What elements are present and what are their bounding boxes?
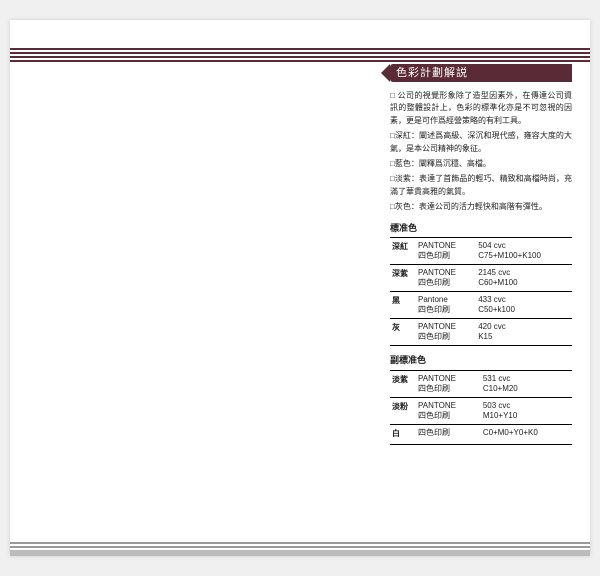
color-spec: PANTONE 四色印刷 — [416, 398, 481, 425]
spec-label: 四色印刷 — [418, 428, 479, 438]
color-name: 黑 — [390, 292, 416, 319]
table-row: 深紅 PANTONE 四色印刷 504 cvc C75+M100+K100 — [390, 238, 572, 265]
table-row: 淡粉 PANTONE 四色印刷 503 cvc M10+Y10 — [390, 398, 572, 425]
stripe-bar — [10, 56, 590, 58]
spec-label: 四色印刷 — [418, 251, 474, 261]
title-bar: 色彩計劃解説 — [390, 64, 572, 82]
stripe-bar — [10, 546, 590, 548]
color-spec: PANTONE 四色印刷 — [416, 371, 481, 398]
spec-value: C0+M0+Y0+K0 — [483, 428, 570, 438]
top-stripe — [10, 48, 590, 64]
color-values: 531 cvc C10+M20 — [481, 371, 572, 398]
section-title: 副標准色 — [390, 354, 572, 368]
intro-paragraph: □藍色：闡釋爲沉穩、高檔。 — [390, 158, 572, 170]
color-spec: 四色印刷 — [416, 425, 481, 444]
document-page: 色彩計劃解説 □ 公司的視覺形象除了造型因素外，在傳達公司資訊的整體設計上，色彩… — [10, 20, 590, 556]
stripe-bar — [10, 52, 590, 54]
table-row: 深紫 PANTONE 四色印刷 2145 cvc C60+M100 — [390, 265, 572, 292]
spec-value: K15 — [478, 332, 570, 342]
spec-value: C10+M20 — [483, 384, 570, 394]
page-title: 色彩計劃解説 — [396, 67, 468, 79]
spec-label: 四色印刷 — [418, 411, 479, 421]
spec-label: PANTONE — [418, 401, 479, 411]
spec-value: 2145 cvc — [478, 268, 570, 278]
intro-paragraph: □深紅：闡述爲高級、深沉和現代感，雍容大度的大氣，是本公司精神的象征。 — [390, 130, 572, 155]
color-name: 白 — [390, 425, 416, 444]
content-column: □ 公司的視覺形象除了造型因素外，在傳達公司資訊的整體設計上，色彩的標準化亦是不… — [390, 90, 572, 445]
color-name: 深紅 — [390, 238, 416, 265]
stripe-bar — [10, 48, 590, 50]
color-spec: PANTONE 四色印刷 — [416, 319, 476, 346]
color-name: 淡粉 — [390, 398, 416, 425]
stripe-bar — [10, 542, 590, 544]
spec-value: 503 cvc — [483, 401, 570, 411]
spec-label: PANTONE — [418, 268, 474, 278]
spec-label: PANTONE — [418, 374, 479, 384]
spec-value: 504 cvc — [478, 241, 570, 251]
stripe-bar — [10, 60, 590, 62]
footer-bar — [10, 550, 590, 556]
color-spec: Pantone 四色印刷 — [416, 292, 476, 319]
color-values: 420 cvc K15 — [476, 319, 572, 346]
spec-value: C60+M100 — [478, 278, 570, 288]
table-row: 黑 Pantone 四色印刷 433 cvc C50+k100 — [390, 292, 572, 319]
color-values: 503 cvc M10+Y10 — [481, 398, 572, 425]
color-values: 2145 cvc C60+M100 — [476, 265, 572, 292]
color-name: 淡紫 — [390, 371, 416, 398]
color-spec: PANTONE 四色印刷 — [416, 238, 476, 265]
spec-value: 433 cvc — [478, 295, 570, 305]
intro-paragraph: □ 公司的視覺形象除了造型因素外，在傳達公司資訊的整體設計上，色彩的標準化亦是不… — [390, 90, 572, 127]
color-table-secondary: 淡紫 PANTONE 四色印刷 531 cvc C10+M20 淡粉 PANTO… — [390, 370, 572, 444]
spec-value: C50+k100 — [478, 305, 570, 315]
color-values: 433 cvc C50+k100 — [476, 292, 572, 319]
spec-label: PANTONE — [418, 322, 474, 332]
bottom-stripe — [10, 540, 590, 550]
spec-label: 四色印刷 — [418, 332, 474, 342]
color-table-standard: 深紅 PANTONE 四色印刷 504 cvc C75+M100+K100 深紫… — [390, 237, 572, 346]
intro-paragraph: □灰色：表達公司的活力輕快和高階有彈性。 — [390, 201, 572, 213]
spec-value: M10+Y10 — [483, 411, 570, 421]
table-row: 灰 PANTONE 四色印刷 420 cvc K15 — [390, 319, 572, 346]
color-spec: PANTONE 四色印刷 — [416, 265, 476, 292]
table-row: 淡紫 PANTONE 四色印刷 531 cvc C10+M20 — [390, 371, 572, 398]
color-values: C0+M0+Y0+K0 — [481, 425, 572, 444]
spec-value: 420 cvc — [478, 322, 570, 332]
color-values: 504 cvc C75+M100+K100 — [476, 238, 572, 265]
spec-label: 四色印刷 — [418, 384, 479, 394]
spec-value: C75+M100+K100 — [478, 251, 570, 261]
spec-label: 四色印刷 — [418, 278, 474, 288]
spec-value: 531 cvc — [483, 374, 570, 384]
spec-label: 四色印刷 — [418, 305, 474, 315]
spec-label: PANTONE — [418, 241, 474, 251]
spec-label: Pantone — [418, 295, 474, 305]
intro-paragraph: □淡紫：表達了首飾品的輕巧、精致和高檔時尚，充滿了華貴高雅的氣質。 — [390, 173, 572, 198]
color-name: 灰 — [390, 319, 416, 346]
color-name: 深紫 — [390, 265, 416, 292]
section-title: 標准色 — [390, 222, 572, 236]
table-row: 白 四色印刷 C0+M0+Y0+K0 — [390, 425, 572, 444]
